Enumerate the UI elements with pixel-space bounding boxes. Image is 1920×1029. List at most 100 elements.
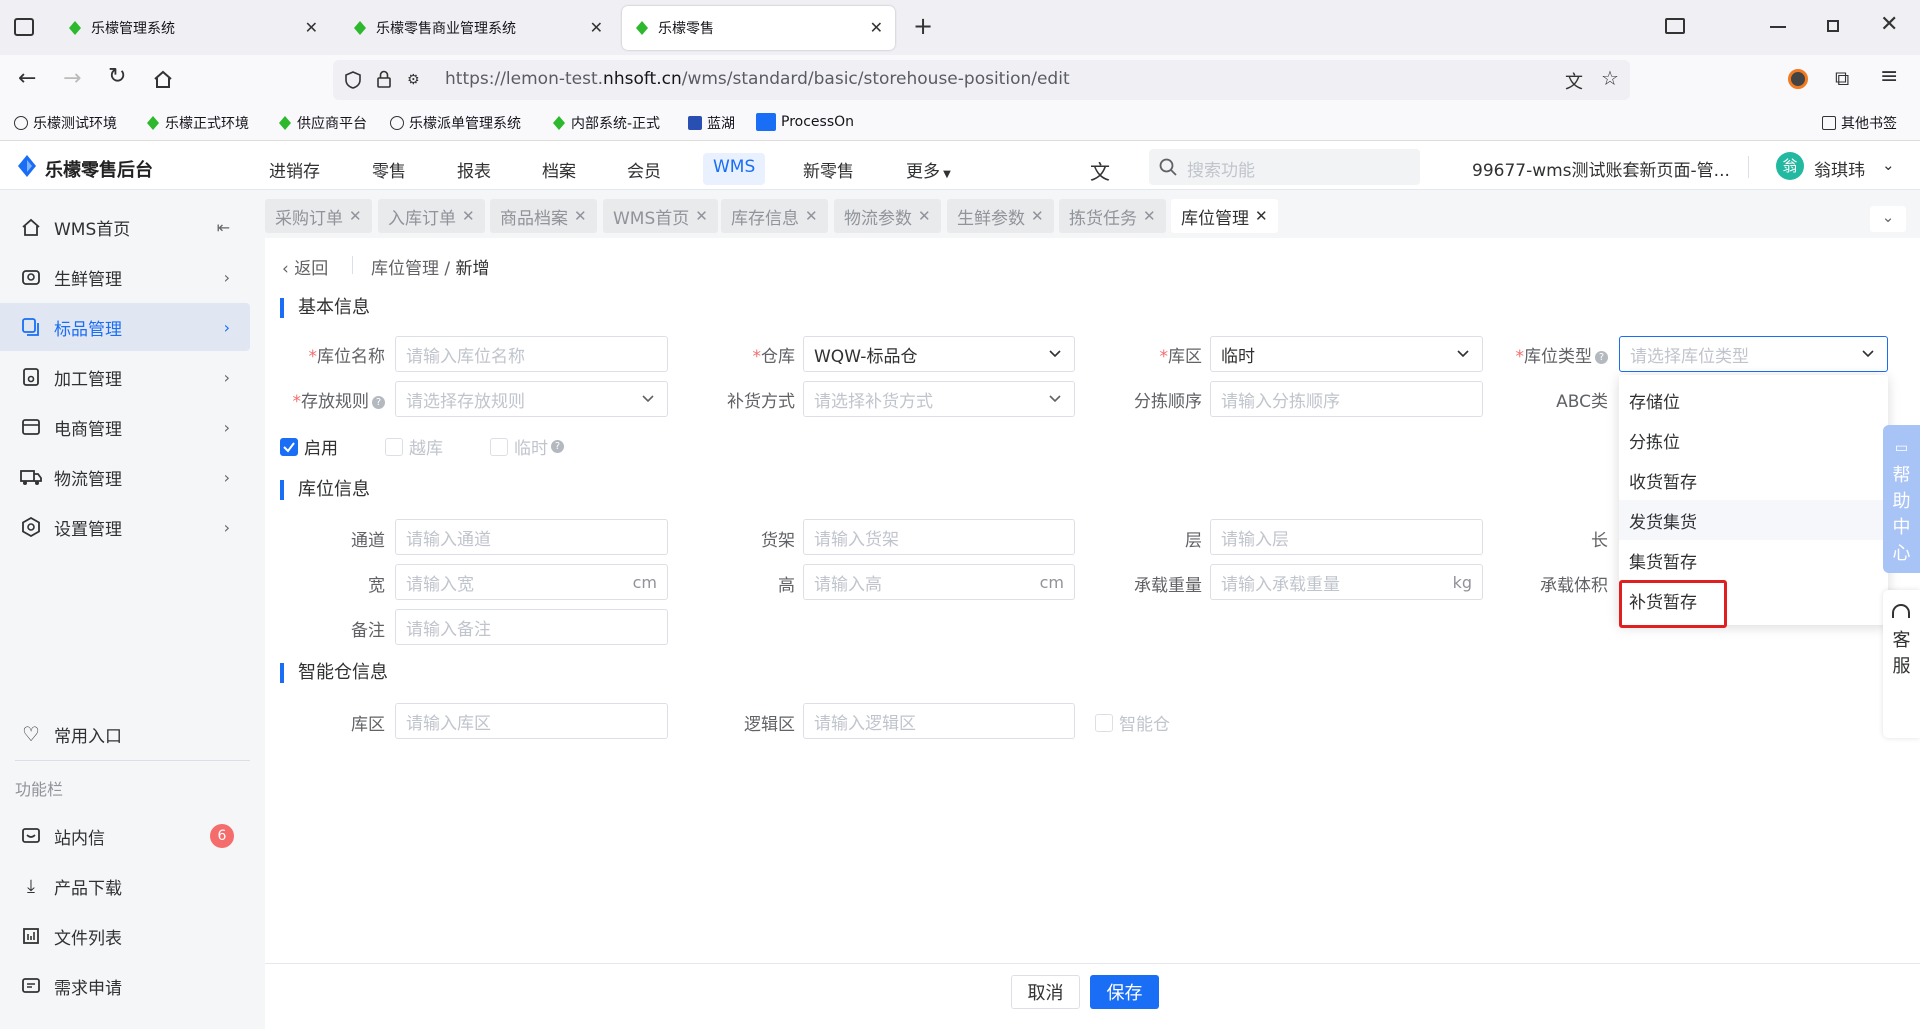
nav-retail[interactable]: 零售 <box>362 153 416 185</box>
close-window-icon[interactable]: ✕ <box>1880 12 1898 37</box>
help-icon[interactable]: ? <box>1595 350 1608 364</box>
save-button[interactable]: 保存 <box>1090 975 1159 1009</box>
sidebar-item-processing[interactable]: 加工管理 › <box>0 353 250 401</box>
sidebar-item-standard[interactable]: 标品管理 › <box>0 303 250 351</box>
window-list-icon[interactable] <box>1665 18 1685 34</box>
help-icon[interactable]: ? <box>372 395 385 409</box>
restore-icon[interactable] <box>1827 20 1839 32</box>
warehouse-select[interactable]: WQW-标品仓 <box>803 336 1075 372</box>
close-icon[interactable]: ✕ <box>1255 207 1268 225</box>
avatar[interactable]: 翁 <box>1776 152 1804 180</box>
other-bookmarks[interactable]: 其他书签 <box>1822 113 1897 133</box>
close-icon[interactable]: ✕ <box>695 207 708 225</box>
nav-wms[interactable]: WMS <box>703 153 766 185</box>
shelf-input[interactable]: 请输入货架 <box>803 519 1075 555</box>
help-center-widget[interactable]: ▭ 帮 助 中 心 <box>1883 425 1920 573</box>
chevron-down-icon[interactable]: ⌄ <box>1882 156 1895 174</box>
bookmark-2[interactable]: 乐檬正式环境 <box>146 113 249 133</box>
enable-checkbox[interactable]: 启用 <box>280 434 338 459</box>
tab-list-icon[interactable] <box>14 18 34 36</box>
url-bar[interactable]: ⚙ https://lemon-test.nhsoft.cn/wms/stand… <box>333 60 1630 100</box>
cancel-button[interactable]: 取消 <box>1011 975 1080 1009</box>
close-icon[interactable]: ✕ <box>918 207 931 225</box>
close-icon[interactable]: ✕ <box>1031 207 1044 225</box>
sidebar-item-download[interactable]: ⤓ 产品下载 <box>0 862 250 910</box>
page-tab-logistics[interactable]: 物流参数 ✕ <box>834 199 941 233</box>
page-tab-fresh[interactable]: 生鲜参数 ✕ <box>947 199 1054 233</box>
sidebar-item-files[interactable]: 文件列表 <box>0 912 250 960</box>
nav-more[interactable]: 更多 ▼ <box>896 153 961 185</box>
site-settings-icon[interactable]: ⚙ <box>407 72 420 88</box>
close-tab-icon[interactable]: ✕ <box>870 18 883 37</box>
dropdown-option[interactable]: 收货暂存 <box>1619 460 1888 500</box>
page-tab-position[interactable]: 库位管理 ✕ <box>1171 199 1278 233</box>
sidebar-item-fresh[interactable]: 生鲜管理 › <box>0 253 250 301</box>
page-tab-purchase[interactable]: 采购订单 ✕ <box>265 199 372 233</box>
dropdown-option[interactable]: 集货暂存 <box>1619 540 1888 580</box>
temporary-checkbox[interactable]: 临时? <box>490 434 564 459</box>
nav-member[interactable]: 会员 <box>617 153 671 185</box>
back-link[interactable]: ‹ 返回 <box>282 254 328 279</box>
forward-icon[interactable]: → <box>63 66 81 91</box>
close-icon[interactable]: ✕ <box>462 207 475 225</box>
dropdown-option[interactable]: 存储位 <box>1619 380 1888 420</box>
smart-zone-input[interactable]: 请输入库区 <box>395 703 668 739</box>
nav-report[interactable]: 报表 <box>447 153 501 185</box>
page-tab-inbound[interactable]: 入库订单 ✕ <box>378 199 485 233</box>
pick-order-input[interactable]: 请输入分拣顺序 <box>1210 381 1483 417</box>
sidebar-item-request[interactable]: 需求申请 <box>0 962 250 1010</box>
close-icon[interactable]: ✕ <box>1143 207 1156 225</box>
aisle-input[interactable]: 请输入通道 <box>395 519 668 555</box>
weight-input[interactable]: 请输入承载重量 kg <box>1210 564 1483 600</box>
account-name[interactable]: 99677-wms测试账套新页面-管... <box>1472 156 1730 181</box>
close-icon[interactable]: ✕ <box>805 207 818 225</box>
close-tab-icon[interactable]: ✕ <box>305 18 318 37</box>
bookmark-star-icon[interactable]: ☆ <box>1601 66 1619 90</box>
sidebar-item-messages[interactable]: 站内信 6 <box>0 812 250 860</box>
translate-icon[interactable]: 文 <box>1565 68 1583 94</box>
sidebar-item-logistics[interactable]: 物流管理 › <box>0 453 250 501</box>
page-tab-stock[interactable]: 库存信息 ✕ <box>721 199 828 233</box>
new-tab-icon[interactable]: + <box>913 12 933 40</box>
page-tab-goods[interactable]: 商品档案 ✕ <box>490 199 597 233</box>
minimize-icon[interactable] <box>1770 26 1786 28</box>
bookmark-7[interactable]: ProcessOn <box>756 113 854 131</box>
language-icon[interactable]: 文 <box>1090 156 1110 185</box>
bookmark-5[interactable]: 内部系统-正式 <box>552 113 660 133</box>
nav-archive[interactable]: 档案 <box>532 153 586 185</box>
nav-inventory[interactable]: 进销存 <box>259 153 330 185</box>
help-icon[interactable]: ? <box>551 440 564 453</box>
bookmark-4[interactable]: 乐檬派单管理系统 <box>390 113 521 133</box>
home-icon[interactable] <box>153 70 173 88</box>
reload-icon[interactable]: ↻ <box>108 64 126 89</box>
dropdown-option[interactable]: 发货集货 <box>1619 500 1888 540</box>
close-icon[interactable]: ✕ <box>349 207 362 225</box>
width-input[interactable]: 请输入宽 cm <box>395 564 668 600</box>
remark-input[interactable]: 请输入备注 <box>395 609 668 645</box>
storage-rule-select[interactable]: 请选择存放规则 <box>395 381 668 417</box>
page-tab-picking[interactable]: 拣货任务 ✕ <box>1059 199 1166 233</box>
browser-tab-3[interactable]: 乐檬零售 ✕ <box>622 6 895 50</box>
nav-new-retail[interactable]: 新零售 <box>793 153 864 185</box>
user-name[interactable]: 翁琪玮 <box>1814 156 1865 181</box>
cross-dock-checkbox[interactable]: 越库 <box>385 434 443 459</box>
collapse-sidebar-icon[interactable]: ⇤ <box>217 218 230 237</box>
position-name-input[interactable]: 请输入库位名称 <box>395 336 668 372</box>
bookmark-1[interactable]: 乐檬测试环境 <box>14 113 117 133</box>
position-type-select[interactable]: 请选择库位类型 <box>1619 336 1888 372</box>
logic-zone-input[interactable]: 请输入逻辑区 <box>803 703 1075 739</box>
menu-icon[interactable]: ≡ <box>1880 64 1898 89</box>
dropdown-option[interactable]: 分拣位 <box>1619 420 1888 460</box>
bookmark-3[interactable]: 供应商平台 <box>278 113 367 133</box>
tabs-dropdown-icon[interactable]: ⌄ <box>1870 206 1906 232</box>
layer-input[interactable]: 请输入层 <box>1210 519 1483 555</box>
page-tab-wms-home[interactable]: WMS首页 ✕ <box>603 199 718 233</box>
zone-select[interactable]: 临时 <box>1210 336 1483 372</box>
sidebar-item-ecommerce[interactable]: 电商管理 › <box>0 403 250 451</box>
customer-service-widget[interactable]: 客 服 <box>1883 590 1920 738</box>
smart-warehouse-checkbox[interactable]: 智能仓 <box>1095 710 1170 735</box>
sidebar-item-common[interactable]: ♡ 常用入口 <box>0 710 250 758</box>
sidebar-item-settings[interactable]: 设置管理 › <box>0 503 250 551</box>
bookmark-6[interactable]: 蓝湖 <box>688 113 735 133</box>
height-input[interactable]: 请输入高 cm <box>803 564 1075 600</box>
